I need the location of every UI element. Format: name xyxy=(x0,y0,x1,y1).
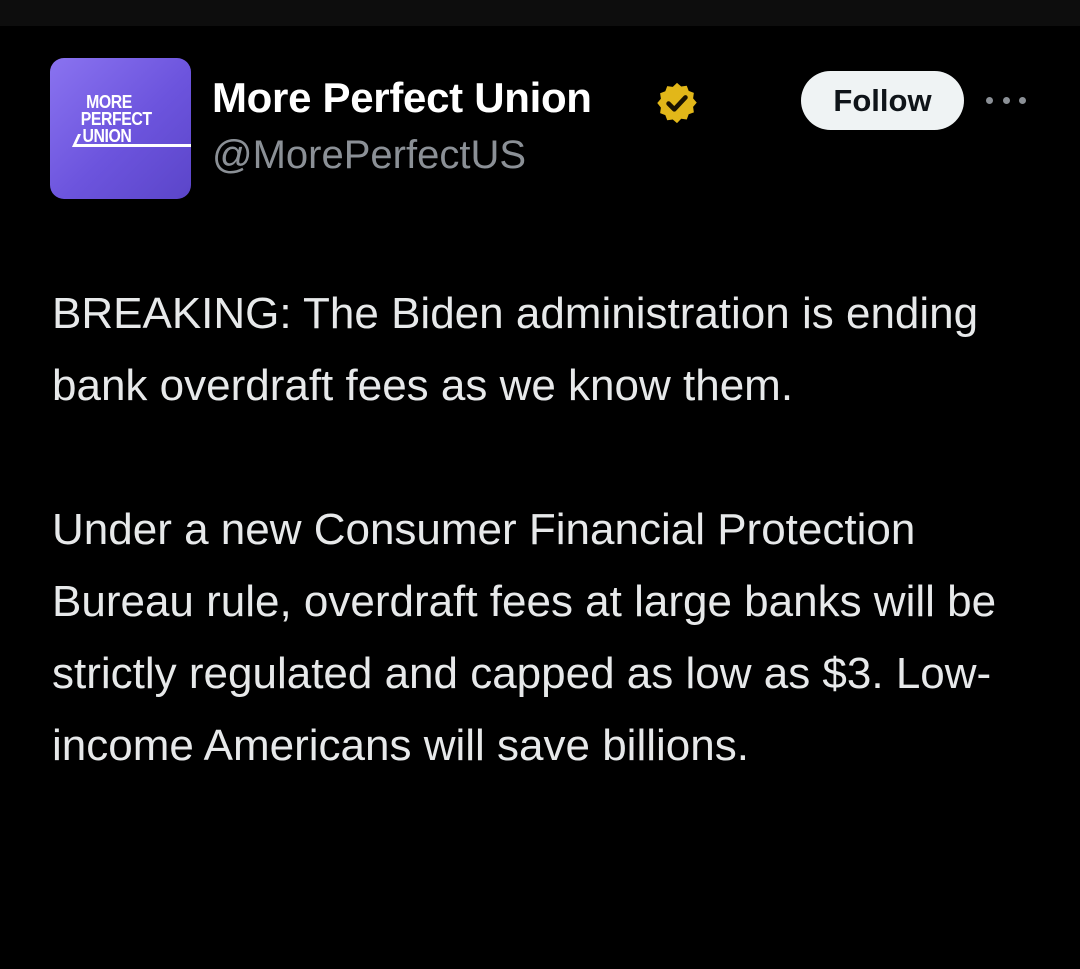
avatar-logo: MORE PERFECT UNION xyxy=(72,93,191,146)
verified-badge-icon xyxy=(657,82,697,124)
avatar-logo-line-3: UNION xyxy=(82,126,132,146)
tweet-paragraph-1: BREAKING: The Biden administration is en… xyxy=(52,289,979,410)
display-name[interactable]: More Perfect Union xyxy=(212,74,592,122)
avatar[interactable]: MORE PERFECT UNION xyxy=(50,58,191,199)
more-options-icon[interactable] xyxy=(986,90,1026,110)
tweet-card: MORE PERFECT UNION More Perfect Union @M… xyxy=(0,26,1080,969)
more-dot xyxy=(1002,96,1010,104)
avatar-logo-underline xyxy=(74,144,191,147)
top-bar xyxy=(0,0,1080,26)
more-dot xyxy=(1019,96,1026,104)
tweet-text: BREAKING: The Biden administration is en… xyxy=(52,278,1052,782)
follow-button[interactable]: Follow xyxy=(801,71,964,130)
more-dot xyxy=(986,96,993,104)
account-handle[interactable]: @MorePerfectUS xyxy=(212,133,526,178)
tweet-paragraph-2: Under a new Consumer Financial Protectio… xyxy=(52,505,997,770)
